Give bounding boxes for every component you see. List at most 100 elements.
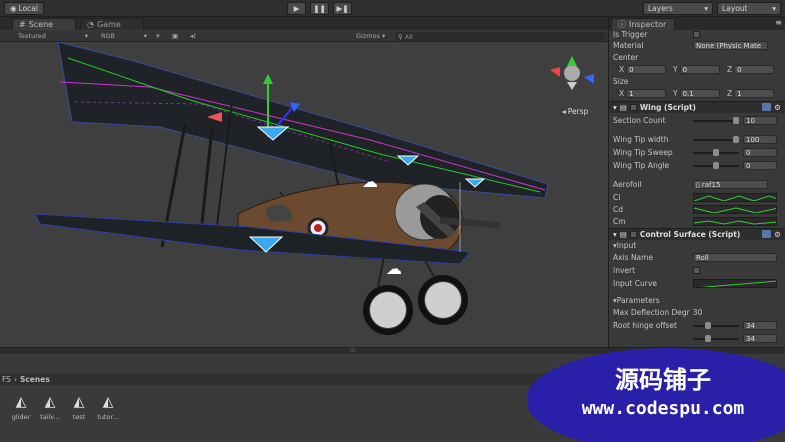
unity-scene-icon: ◭: [73, 394, 85, 410]
control-surface-title: Control Surface (Script): [639, 230, 741, 239]
gear-icon[interactable]: ⚙: [774, 230, 781, 239]
axis-name-field[interactable]: Roll: [693, 253, 777, 262]
move-gizmo-y-arrow[interactable]: [263, 74, 273, 84]
gear-icon[interactable]: ⚙: [774, 103, 781, 112]
section-count-field[interactable]: 10: [743, 116, 777, 125]
x-axis-label: X: [619, 65, 625, 74]
size-z-field[interactable]: 1: [734, 89, 775, 98]
wing-tip-width-label: Wing Tip width: [613, 135, 669, 144]
foldout-arrow-icon[interactable]: ▾: [613, 230, 617, 239]
scene-asset-glider[interactable]: ◭ glider: [7, 394, 35, 428]
slider-knob[interactable]: [713, 148, 719, 156]
shading-mode-dropdown[interactable]: Textured ▾: [18, 32, 88, 40]
cl-label: Cl: [613, 193, 621, 202]
orientation-gizmo[interactable]: [550, 56, 594, 90]
control-surface-header[interactable]: ▾ ▤ Control Surface (Script) ⚙: [609, 228, 785, 240]
scene-asset-tutor[interactable]: ◭ tutor...: [94, 394, 122, 428]
help-book-icon[interactable]: [762, 230, 772, 238]
tab-inspector-label: Inspector: [629, 20, 667, 29]
audio-source-icon: ☁: [362, 172, 378, 191]
center-x-field[interactable]: 0: [626, 65, 667, 74]
input-curve-row: Input Curve: [613, 278, 781, 289]
search-placeholder: All: [404, 32, 413, 41]
breadcrumb-prefix[interactable]: FS: [2, 375, 11, 384]
center-y-field[interactable]: 0: [679, 65, 720, 74]
tab-game-label: Game: [96, 20, 121, 29]
section-count-slider[interactable]: [693, 116, 739, 124]
cd-curve-field[interactable]: [693, 205, 777, 214]
help-book-icon[interactable]: [762, 103, 772, 111]
cm-curve-field[interactable]: [693, 217, 777, 226]
slider-knob[interactable]: [705, 321, 711, 329]
tab-scene[interactable]: # Scene: [12, 18, 76, 30]
slider-knob[interactable]: [733, 116, 739, 124]
center-z-field[interactable]: 0: [734, 65, 775, 74]
chevron-down-icon: ▾: [84, 32, 88, 40]
local-globe-icon: ◉: [10, 4, 17, 13]
persp-label: Persp: [567, 107, 589, 116]
control-surface-enabled-checkbox[interactable]: [629, 231, 637, 238]
cd-curve: [694, 207, 776, 213]
is-trigger-checkbox[interactable]: [693, 31, 700, 38]
tip-hinge-slider[interactable]: [693, 334, 739, 342]
image-effects-icon[interactable]: ▣: [172, 32, 178, 40]
layers-dropdown[interactable]: Layers ▾: [643, 2, 713, 15]
material-row: Material None (Physic Mate: [613, 40, 781, 51]
step-button[interactable]: ▶❚: [333, 2, 352, 15]
input-curve: [699, 280, 776, 287]
shading-mode-label: Textured: [18, 32, 46, 40]
breadcrumb-folder[interactable]: Scenes: [20, 375, 50, 384]
material-field[interactable]: None (Physic Mate: [693, 41, 768, 50]
play-button[interactable]: ▶: [287, 2, 306, 15]
size-x-field[interactable]: 1: [626, 89, 667, 98]
parameters-section-label: Parameters: [616, 296, 660, 305]
material-label: Material: [613, 41, 644, 50]
slider-knob[interactable]: [733, 135, 739, 143]
wing-script-header[interactable]: ▾ ▤ Wing (Script) ⚙: [609, 101, 785, 113]
cd-row: Cd: [613, 204, 781, 215]
wheel-right-hub: [425, 282, 461, 318]
scene-viewport[interactable]: ☁ ☁ ◂ Persp: [0, 42, 608, 347]
wing-tip-width-field[interactable]: 100: [743, 135, 777, 144]
wing-tip-width-slider[interactable]: [693, 135, 739, 143]
cl-curve-field[interactable]: [693, 193, 777, 202]
invert-checkbox[interactable]: [693, 267, 700, 274]
parameters-foldout[interactable]: ▾ Parameters: [613, 295, 781, 306]
y-axis-label: Y: [673, 65, 678, 74]
root-hinge-slider[interactable]: [693, 321, 739, 329]
scene-asset-test[interactable]: ◭ test: [65, 394, 93, 428]
slider-knob[interactable]: [705, 334, 711, 342]
wing-tip-sweep-field[interactable]: 0: [743, 148, 777, 157]
input-foldout[interactable]: ▾ Input: [613, 240, 781, 251]
wing-tip-sweep-slider[interactable]: [693, 148, 739, 156]
audio-toggle-icon[interactable]: ◂): [190, 32, 196, 40]
panel-menu-icon[interactable]: ≡: [775, 18, 782, 27]
render-mode-dropdown[interactable]: RGB ▾: [101, 32, 147, 40]
tip-hinge-field[interactable]: 34: [743, 334, 777, 343]
tab-game[interactable]: ◔ Game: [80, 18, 144, 30]
wing-tip-angle-field[interactable]: 0: [743, 161, 777, 170]
projection-toggle[interactable]: ◂ Persp: [562, 107, 588, 116]
aerofoil-field[interactable]: ▯ raf15: [693, 180, 768, 189]
hierarchy-search[interactable]: ⚲ All: [395, 32, 605, 41]
lighting-toggle-icon[interactable]: ☀: [155, 32, 161, 40]
chevron-down-icon: ▾: [704, 4, 708, 13]
max-deflection-value[interactable]: 30: [693, 308, 703, 317]
scene-asset-tailv[interactable]: ◭ tailv...: [36, 394, 64, 428]
root-hinge-field[interactable]: 34: [743, 321, 777, 330]
foldout-arrow-icon[interactable]: ▾: [613, 103, 617, 112]
wing-script-enabled-checkbox[interactable]: [629, 104, 637, 111]
gizmos-dropdown[interactable]: Gizmos ▾: [356, 32, 385, 40]
slider-knob[interactable]: [713, 161, 719, 169]
scene-label: tutor...: [97, 413, 119, 421]
pause-button[interactable]: ❚❚: [310, 2, 329, 15]
input-curve-field[interactable]: [693, 279, 777, 288]
watermark-title: 源码铺子: [615, 366, 711, 394]
wing-tip-sweep-label: Wing Tip Sweep: [613, 148, 673, 157]
pivot-local-toggle[interactable]: ◉ Local: [4, 2, 44, 15]
section-count-row: Section Count 10: [613, 115, 781, 126]
center-label: Center: [613, 53, 639, 62]
layout-dropdown[interactable]: Layout ▾: [717, 2, 781, 15]
size-y-field[interactable]: 0.1: [679, 89, 720, 98]
wing-tip-angle-slider[interactable]: [693, 161, 739, 169]
